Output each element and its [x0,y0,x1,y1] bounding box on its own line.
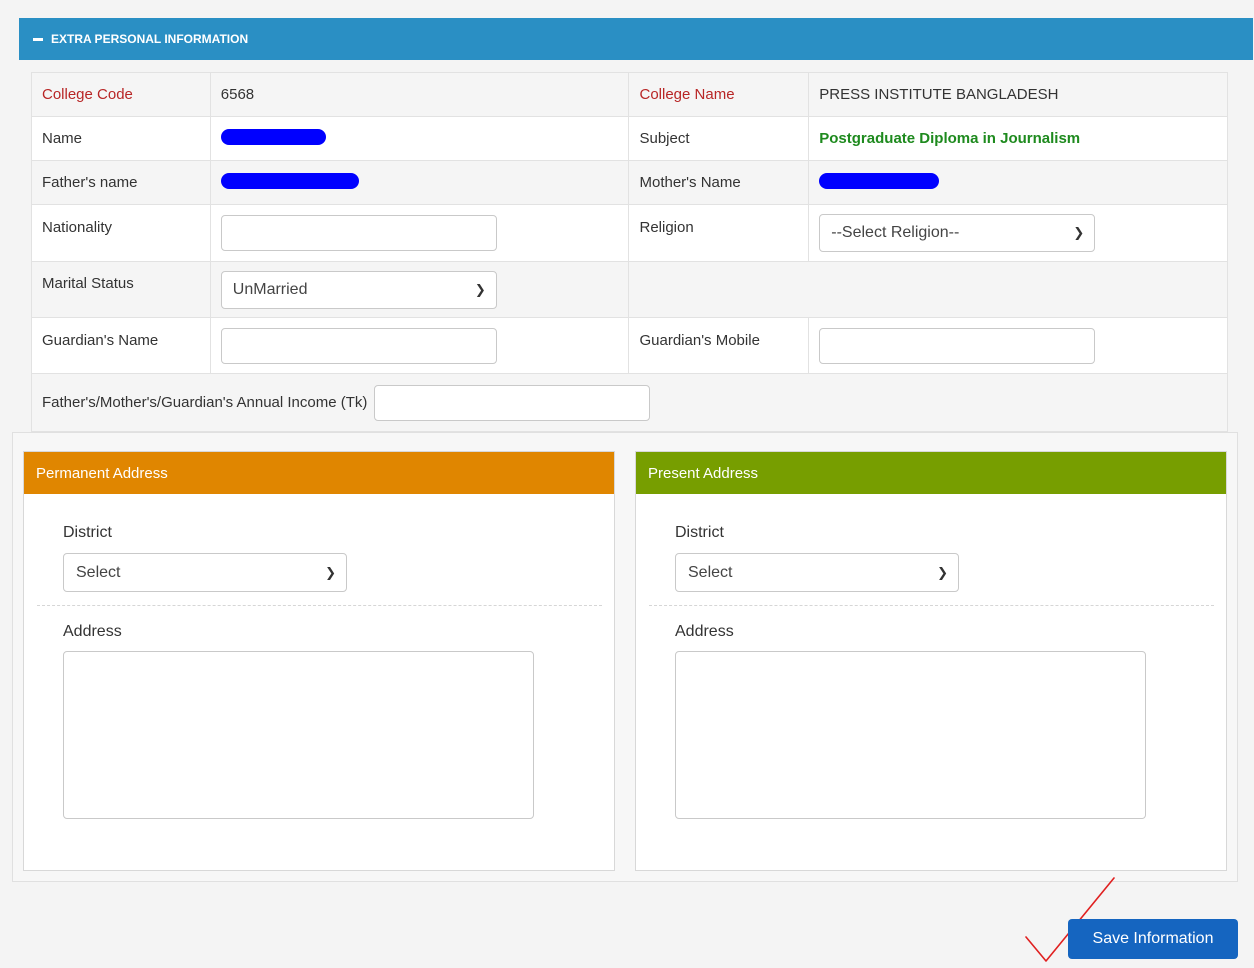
chevron-down-icon: ❯ [325,564,336,580]
table-row: Father's name Mother's Name [31,160,1228,205]
divider [649,605,1214,606]
name-label: Name [31,116,211,161]
marital-status-select[interactable]: UnMarried ❯ [220,270,497,309]
table-row: Name Subject Postgraduate Diploma in Jou… [31,116,1228,161]
religion-label: Religion [628,204,810,262]
redacted-mother-name [819,172,940,189]
present-district-select[interactable]: Select ❯ [675,553,959,592]
marital-selected-value: UnMarried [232,280,308,298]
table-row: Guardian's Name Guardian's Mobile [31,317,1228,374]
chevron-down-icon: ❯ [937,564,948,580]
permanent-district-select[interactable]: Select ❯ [63,553,347,592]
marital-status-label: Marital Status [31,261,211,318]
table-row: College Code 6568 College Name PRESS INS… [31,72,1228,117]
subject-value: Postgraduate Diploma in Journalism [808,116,1228,161]
nationality-input[interactable] [220,215,497,251]
mother-name-label: Mother's Name [628,160,810,205]
guardian-name-input[interactable] [220,327,497,364]
religion-selected-value: --Select Religion-- [831,224,960,241]
permanent-address-header: Permanent Address [24,452,614,494]
college-name-label: College Name [628,72,810,117]
present-address-header: Present Address [636,452,1226,494]
collapse-minus-icon[interactable] [33,37,43,41]
annual-income-input[interactable] [373,384,650,421]
divider [37,605,602,606]
chevron-down-icon: ❯ [1073,225,1085,240]
present-address-label: Address [675,623,734,640]
table-row: Marital Status UnMarried ❯ [31,261,1228,318]
permanent-district-selected: Select [76,563,121,581]
empty-cell [628,261,1228,318]
permanent-address-textarea[interactable] [63,651,534,819]
father-name-label: Father's name [31,160,211,205]
present-district-label: District [675,524,724,541]
religion-select[interactable]: --Select Religion-- ❯ [819,214,1096,252]
college-code-value: 6568 [209,72,630,117]
college-name-value: PRESS INSTITUTE BANGLADESH [808,72,1228,117]
section-title: EXTRA PERSONAL INFORMATION [51,32,249,46]
save-information-button[interactable]: Save Information [1068,919,1238,959]
personal-info-table: College Code 6568 College Name PRESS INS… [31,72,1228,432]
permanent-district-label: District [63,524,112,541]
redacted-name [220,128,326,145]
present-address-textarea[interactable] [675,651,1146,819]
chevron-down-icon: ❯ [474,281,486,297]
guardian-name-label: Guardian's Name [31,317,211,374]
present-district-selected: Select [688,563,733,581]
nationality-label: Nationality [31,204,211,262]
guardian-mobile-input[interactable] [819,327,1096,364]
table-row: Nationality Religion --Select Religion--… [31,204,1228,262]
subject-label: Subject [628,116,810,161]
college-code-label: College Code [31,72,211,117]
permanent-address-panel: Permanent Address District Select ❯ Addr… [23,451,615,871]
present-address-panel: Present Address District Select ❯ Addres… [635,451,1227,871]
annual-income-label: Father's/Mother's/Guardian's Annual Inco… [42,393,368,411]
guardian-mobile-label: Guardian's Mobile [628,317,810,374]
table-row: Father's/Mother's/Guardian's Annual Inco… [31,373,1228,432]
permanent-address-label: Address [63,623,122,640]
redacted-father-name [220,172,359,189]
section-header[interactable]: EXTRA PERSONAL INFORMATION [19,18,1253,60]
